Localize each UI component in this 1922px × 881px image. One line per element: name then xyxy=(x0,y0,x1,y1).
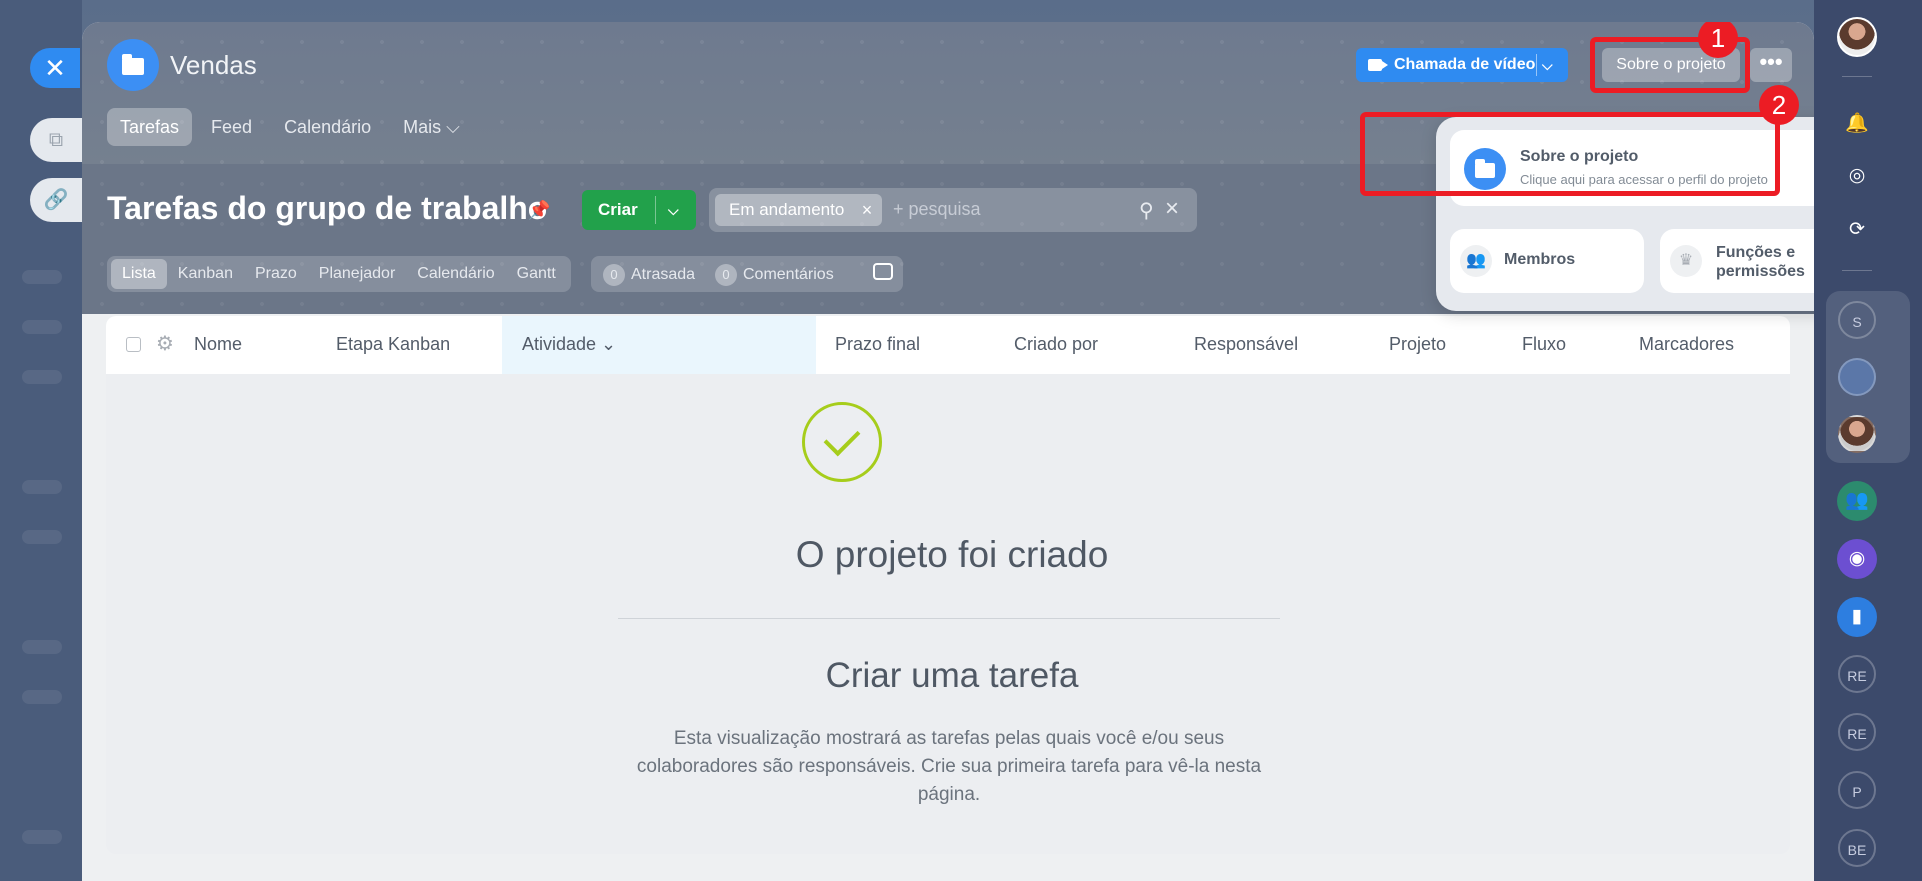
folder-icon xyxy=(122,54,144,75)
column-marcadores[interactable]: Marcadores xyxy=(1639,334,1734,355)
column-fluxo[interactable]: Fluxo xyxy=(1522,334,1566,355)
crown-icon: ♛ xyxy=(1670,245,1702,277)
column-atividade[interactable]: Atividade ⌄ xyxy=(522,334,616,355)
highlight-about-card xyxy=(1360,112,1780,196)
task-counters: 0 Atrasada 0 Comentários xyxy=(591,256,903,292)
view-planejador[interactable]: Planejador xyxy=(308,259,407,289)
external-link-icon: ⧉ xyxy=(48,129,64,151)
column-prazo-final[interactable]: Prazo final xyxy=(835,334,920,355)
open-in-new-window-button[interactable]: ⧉ xyxy=(30,118,82,162)
rail-avatar[interactable]: P xyxy=(1838,771,1876,809)
column-nome[interactable]: Nome xyxy=(194,334,242,355)
view-switcher: Lista Kanban Prazo Planejador Calendário… xyxy=(107,256,571,292)
rail-divider xyxy=(1842,270,1872,271)
button-divider xyxy=(655,196,656,224)
view-kanban[interactable]: Kanban xyxy=(167,259,244,289)
ghost-menu-item xyxy=(22,270,62,284)
project-nav: Tarefas Feed Calendário Mais ⌵ xyxy=(107,108,473,146)
ghost-menu-item xyxy=(22,370,62,384)
grid-header: ⚙ Nome Etapa Kanban Atividade ⌄ Prazo fi… xyxy=(106,316,1790,374)
empty-state-divider xyxy=(618,618,1280,619)
sync-icon[interactable]: ⟳ xyxy=(1837,210,1877,250)
filter-chip[interactable]: Em andamento × xyxy=(715,194,883,226)
popup-members[interactable]: 👥 Membros xyxy=(1450,229,1644,293)
column-projeto[interactable]: Projeto xyxy=(1389,334,1446,355)
view-calendario[interactable]: Calendário xyxy=(406,259,505,289)
select-all-checkbox[interactable] xyxy=(126,337,141,352)
counter-comments-label: Comentários xyxy=(743,266,834,283)
more-options-button[interactable]: ••• xyxy=(1750,48,1792,82)
view-prazo[interactable]: Prazo xyxy=(244,259,308,289)
rail-avatar[interactable]: RE xyxy=(1838,713,1876,751)
close-icon: ✕ xyxy=(44,53,66,83)
members-icon: 👥 xyxy=(1460,245,1492,277)
success-check-icon xyxy=(802,402,882,482)
project-title: Vendas xyxy=(170,50,257,80)
empty-state-description: Esta visualização mostrará as tarefas pe… xyxy=(636,728,1262,805)
popup-roles-title: Funções e permissões xyxy=(1716,244,1805,280)
rail-avatar-image[interactable] xyxy=(1838,358,1876,396)
right-rail: 🔔 ◎ ⟳ S 👥 ◉ ▮ RE RE P BE xyxy=(1814,0,1922,881)
view-gantt[interactable]: Gantt xyxy=(506,259,567,289)
ghost-menu-item xyxy=(22,530,62,544)
rail-divider xyxy=(1842,76,1872,77)
filter-chip-label: Em andamento xyxy=(729,200,845,219)
rail-avatar[interactable]: S xyxy=(1838,301,1876,339)
close-slider-button[interactable]: ✕ xyxy=(30,48,80,88)
ghost-menu-item xyxy=(22,690,62,704)
video-call-label: Chamada de vídeo xyxy=(1394,56,1536,73)
rail-avatar[interactable]: RE xyxy=(1838,655,1876,693)
create-task-heading[interactable]: Criar uma tarefa xyxy=(110,656,1794,696)
rail-avatar-image[interactable] xyxy=(1838,415,1876,453)
ghost-menu-item xyxy=(22,320,62,334)
counter-comments[interactable]: 0 Comentários xyxy=(715,264,834,286)
chevron-down-icon[interactable]: ⌵ xyxy=(1542,48,1553,82)
link-icon: 🔗 xyxy=(43,189,69,211)
column-responsavel[interactable]: Responsável xyxy=(1194,334,1298,355)
chevron-down-icon[interactable]: ⌵ xyxy=(668,190,679,230)
tab-mais[interactable]: Mais ⌵ xyxy=(390,108,473,146)
ghost-menu-item xyxy=(22,640,62,654)
gear-icon[interactable]: ⚙ xyxy=(156,331,174,356)
popup-roles-permissions[interactable]: ♛ Funções e permissões xyxy=(1660,229,1814,293)
fingerprint-icon[interactable]: ◎ xyxy=(1837,156,1877,196)
group-icon[interactable]: 👥 xyxy=(1837,481,1877,521)
video-call-button[interactable]: Chamada de vídeo ⌵ xyxy=(1356,48,1568,82)
filter-search-bar[interactable]: Em andamento × + pesquisa ⚲ × xyxy=(709,188,1197,232)
page-title: Tarefas do grupo de trabalho xyxy=(107,190,548,226)
popup-members-title: Membros xyxy=(1504,251,1576,268)
button-divider xyxy=(1536,54,1537,76)
counter-overdue-label: Atrasada xyxy=(631,266,696,283)
bookmark-icon[interactable]: ▮ xyxy=(1837,597,1877,637)
read-all-comments-icon[interactable] xyxy=(873,263,893,280)
tab-calendario[interactable]: Calendário xyxy=(271,108,384,146)
remove-filter-icon[interactable]: × xyxy=(862,194,873,226)
empty-state-title: O projeto foi criado xyxy=(795,534,1109,575)
copy-link-button[interactable]: 🔗 xyxy=(30,178,82,222)
user-avatar[interactable] xyxy=(1837,17,1877,57)
callout-badge-2: 2 xyxy=(1759,85,1799,125)
video-camera-icon xyxy=(1368,59,1388,71)
create-task-button[interactable]: Criar ⌵ xyxy=(582,190,696,230)
copilot-icon[interactable]: ◉ xyxy=(1837,539,1877,579)
counter-overdue-count: 0 xyxy=(603,264,625,286)
counter-overdue[interactable]: 0 Atrasada xyxy=(603,264,695,286)
search-icon[interactable]: ⚲ xyxy=(1139,198,1154,223)
pin-icon[interactable]: 📌 xyxy=(528,200,550,221)
column-etapa-kanban[interactable]: Etapa Kanban xyxy=(336,334,450,355)
ghost-menu-item xyxy=(22,830,62,844)
project-avatar xyxy=(107,39,159,91)
create-label: Criar xyxy=(598,200,638,219)
bell-icon[interactable]: 🔔 xyxy=(1837,104,1877,144)
ghost-menu-item xyxy=(22,480,62,494)
counter-comments-count: 0 xyxy=(715,264,737,286)
tab-feed[interactable]: Feed xyxy=(198,108,265,146)
search-placeholder[interactable]: + pesquisa xyxy=(893,199,981,220)
tab-tarefas[interactable]: Tarefas xyxy=(107,108,193,146)
view-lista[interactable]: Lista xyxy=(111,259,167,289)
clear-search-icon[interactable]: × xyxy=(1165,195,1179,223)
column-criado-por[interactable]: Criado por xyxy=(1014,334,1098,355)
rail-avatar[interactable]: BE xyxy=(1838,829,1876,867)
